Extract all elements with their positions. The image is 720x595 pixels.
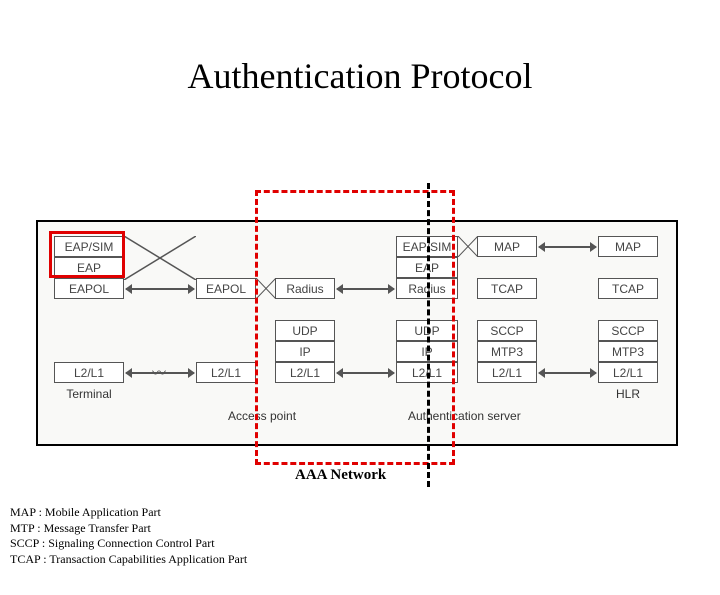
aaa-label: AAA Network (295, 467, 386, 484)
layer-cell: MTP3 (598, 341, 658, 362)
layer-cell: TCAP (477, 278, 537, 299)
link-as-hlr-map (539, 246, 596, 248)
node-label-terminal: Terminal (54, 387, 124, 401)
layer-cell: MAP (598, 236, 658, 257)
layer-cell: EAPOL (196, 278, 256, 299)
layer-cell: SCCP (477, 320, 537, 341)
node-label-hlr: HLR (598, 387, 658, 401)
legend-item: SCCP : Signaling Connection Control Part (10, 536, 247, 552)
layer-cell: SCCP (598, 320, 658, 341)
stack-ap-left: EAPOL L2/L1 (196, 278, 256, 383)
stack-hlr: MAP TCAP SCCP MTP3 L2/L1 HLR (598, 236, 658, 401)
layer-cell: MAP (477, 236, 537, 257)
page-title: Authentication Protocol (0, 55, 720, 97)
layer-cell: L2/L1 (54, 362, 124, 383)
highlight-aaa (255, 190, 455, 465)
layer-cell: MTP3 (477, 341, 537, 362)
legend-item: MTP : Message Transfer Part (10, 521, 247, 537)
divider-dashed (427, 183, 430, 487)
layer-cell: TCAP (598, 278, 658, 299)
legend: MAP : Mobile Application Part MTP : Mess… (10, 505, 247, 567)
stack-as-right: MAP TCAP SCCP MTP3 L2/L1 (477, 236, 537, 383)
legend-item: TCAP : Transaction Capabilities Applicat… (10, 552, 247, 568)
layer-cell: EAPOL (54, 278, 124, 299)
cross-icon (124, 236, 196, 280)
link-as-hlr-l2 (539, 372, 596, 374)
highlight-eap (49, 231, 125, 278)
zigzag-icon: 〰 (152, 363, 166, 383)
layer-cell: L2/L1 (196, 362, 256, 383)
legend-item: MAP : Mobile Application Part (10, 505, 247, 521)
layer-cell: L2/L1 (598, 362, 658, 383)
link-terminal-ap (126, 288, 194, 290)
layer-cell: L2/L1 (477, 362, 537, 383)
cross-icon (458, 236, 478, 257)
